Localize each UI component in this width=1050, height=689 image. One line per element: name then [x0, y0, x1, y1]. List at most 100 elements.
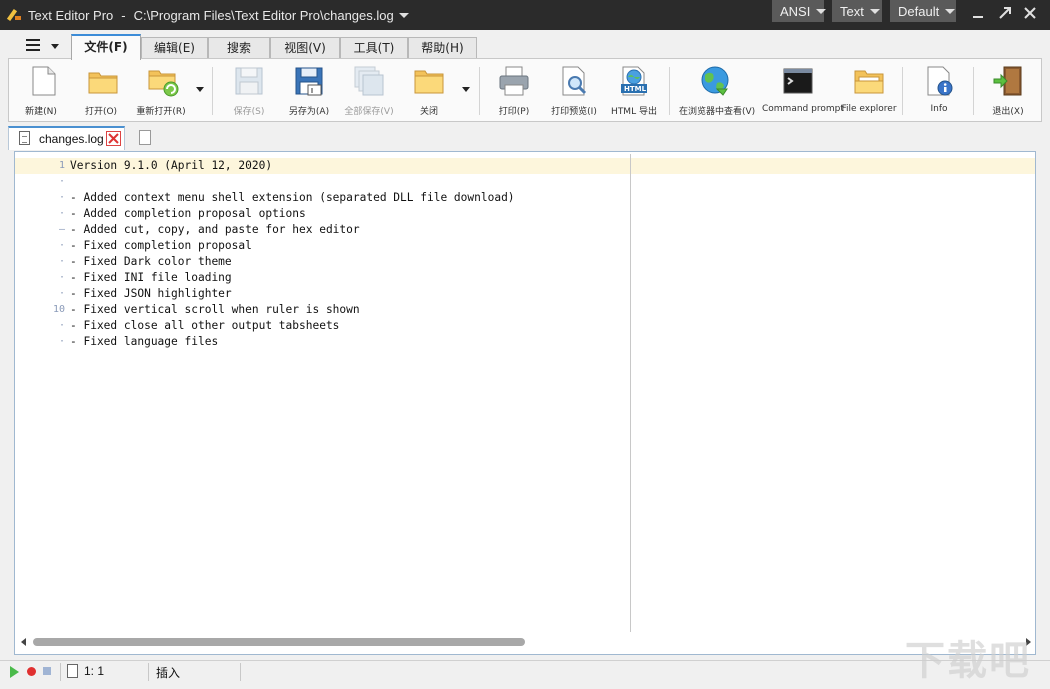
- save-button[interactable]: 保存(S): [233, 59, 265, 121]
- exit-door-icon: [993, 66, 1022, 96]
- close-dropdown-icon[interactable]: [462, 87, 470, 92]
- editor-line[interactable]: 10 - Fixed vertical scroll when ruler is …: [15, 302, 1015, 318]
- html-badge: HTML: [623, 85, 647, 93]
- line-text: - Fixed language files: [70, 335, 219, 348]
- document-icon: [19, 131, 30, 145]
- printer-icon: [499, 66, 529, 96]
- status-bar: 1: 1 插入: [0, 660, 1050, 682]
- exit-button-label: 退出(X): [992, 107, 1024, 117]
- horizontal-scrollbar[interactable]: [17, 636, 1033, 648]
- tab-search[interactable]: 搜索: [208, 37, 270, 59]
- app-title: Text Editor Pro: [28, 7, 114, 23]
- tab-view[interactable]: 视图(V): [270, 37, 340, 59]
- info-button-label: Info: [930, 104, 948, 114]
- globe-icon: [701, 66, 729, 96]
- record-macro-icon[interactable]: [27, 667, 36, 676]
- tab-tools[interactable]: 工具(T): [340, 37, 408, 59]
- file-path[interactable]: C:\Program Files\Text Editor Pro\changes…: [134, 8, 394, 23]
- maximize-button[interactable]: [995, 5, 1015, 25]
- text-editor[interactable]: 1 Version 9.1.0 (April 12, 2020) · · - Added…: [14, 151, 1036, 655]
- close-window-button[interactable]: [1020, 5, 1040, 25]
- editor-line[interactable]: · - Fixed completion proposal: [15, 238, 1015, 254]
- editor-line[interactable]: · - Added completion proposal options: [15, 206, 1015, 222]
- tab-file[interactable]: 文件(F): [71, 34, 141, 60]
- command-prompt-button-label: Command prompt: [762, 104, 844, 114]
- watermark-logo: 下载吧: [905, 638, 1031, 684]
- tab-edit[interactable]: 编辑(E): [141, 37, 208, 59]
- new-tab-icon[interactable]: [139, 130, 151, 145]
- save-all-button[interactable]: 全部保存(V): [344, 59, 394, 121]
- close-button-label: 关闭: [419, 107, 438, 117]
- status-divider: [60, 663, 61, 681]
- terminal-icon: [783, 68, 813, 94]
- print-button[interactable]: 打印(P): [498, 59, 530, 121]
- scrollbar-thumb[interactable]: [33, 638, 525, 646]
- open-button[interactable]: 打开(O): [85, 59, 118, 121]
- exit-button[interactable]: 退出(X): [992, 59, 1024, 121]
- tab-changes-log[interactable]: changes.log: [8, 126, 125, 150]
- highlighter-dropdown[interactable]: Text: [832, 0, 882, 22]
- minimize-icon: [973, 16, 983, 18]
- line-number: ·: [58, 256, 65, 267]
- info-button[interactable]: Info: [923, 59, 955, 121]
- line-text: - Added cut, copy, and paste for hex edi…: [70, 223, 360, 236]
- chevron-down-icon: [51, 44, 59, 49]
- tab-help[interactable]: 帮助(H): [408, 37, 477, 59]
- status-divider: [148, 663, 149, 681]
- editor-line[interactable]: · - Fixed close all other output tabsheet…: [15, 318, 1015, 334]
- close-button[interactable]: 关闭: [413, 59, 445, 121]
- line-number: ·: [58, 336, 65, 347]
- line-number: ·: [58, 192, 65, 203]
- line-number: 10: [52, 304, 65, 315]
- layout-label: Default: [898, 3, 940, 19]
- save-as-button[interactable]: 另存为(A): [289, 59, 329, 121]
- file-explorer-button[interactable]: File explorer: [841, 59, 897, 121]
- line-number: ·: [58, 272, 65, 283]
- save-icon: [235, 67, 263, 95]
- app-pencil-icon: [8, 8, 22, 22]
- html-export-button[interactable]: HTML HTML 导出: [611, 59, 657, 121]
- hamburger-icon: [26, 39, 40, 51]
- layout-dropdown[interactable]: Default: [890, 0, 956, 22]
- ribbon-toolbar: 新建(N) 打开(O) 重新打开(R) 保存(S) 另存为(A) 全部保存(V)…: [8, 58, 1042, 122]
- view-in-browser-button-label: 在浏览器中查看(V): [679, 107, 756, 117]
- info-icon: [927, 66, 953, 96]
- reopen-dropdown-icon[interactable]: [196, 87, 204, 92]
- html-export-button-label: HTML 导出: [611, 107, 657, 117]
- command-prompt-button[interactable]: Command prompt: [762, 59, 844, 121]
- chevron-down-icon[interactable]: [398, 12, 409, 18]
- highlighter-label: Text: [840, 3, 864, 19]
- status-divider: [240, 663, 241, 681]
- editor-line[interactable]: · - Fixed language files: [15, 334, 1015, 350]
- play-macro-icon[interactable]: [10, 666, 19, 678]
- encoding-dropdown[interactable]: ANSI: [772, 0, 827, 22]
- line-text: - Fixed completion proposal: [70, 239, 252, 252]
- line-number: ·: [58, 208, 65, 219]
- new-button[interactable]: 新建(N): [25, 59, 57, 121]
- tab-filename: changes.log: [39, 132, 104, 146]
- chevron-down-icon: [945, 8, 956, 14]
- editor-line[interactable]: · - Fixed INI file loading: [15, 270, 1015, 286]
- editor-line[interactable]: · - Fixed JSON highlighter: [15, 286, 1015, 302]
- editor-line[interactable]: ·: [15, 174, 1015, 190]
- view-in-browser-button[interactable]: 在浏览器中查看(V): [679, 59, 755, 121]
- close-tab-button[interactable]: [106, 131, 121, 146]
- editor-line[interactable]: · - Added context menu shell extension (s…: [15, 190, 1015, 206]
- line-text: - Fixed Dark color theme: [70, 255, 232, 268]
- title-bar: Text Editor Pro - C:\Program Files\Text …: [0, 0, 1050, 30]
- editor-line[interactable]: 1 Version 9.1.0 (April 12, 2020): [15, 158, 1015, 174]
- print-preview-button[interactable]: 打印预览(I): [551, 59, 597, 121]
- reopen-button[interactable]: 重新打开(R): [136, 59, 186, 121]
- chevron-down-icon: [816, 8, 827, 14]
- line-text: - Fixed JSON highlighter: [70, 287, 232, 300]
- hamburger-menu-button[interactable]: [24, 37, 64, 55]
- scroll-left-arrow-icon[interactable]: [21, 638, 26, 646]
- editor-line[interactable]: – - Added cut, copy, and paste for hex ed…: [15, 222, 1015, 238]
- encoding-label: ANSI: [780, 3, 811, 19]
- stop-macro-icon[interactable]: [43, 667, 51, 675]
- line-text: - Added completion proposal options: [70, 207, 306, 220]
- reopen-folder-icon: [148, 70, 179, 97]
- minimize-button[interactable]: [968, 5, 988, 25]
- editor-line[interactable]: · - Fixed Dark color theme: [15, 254, 1015, 270]
- open-folder-icon: [88, 72, 118, 94]
